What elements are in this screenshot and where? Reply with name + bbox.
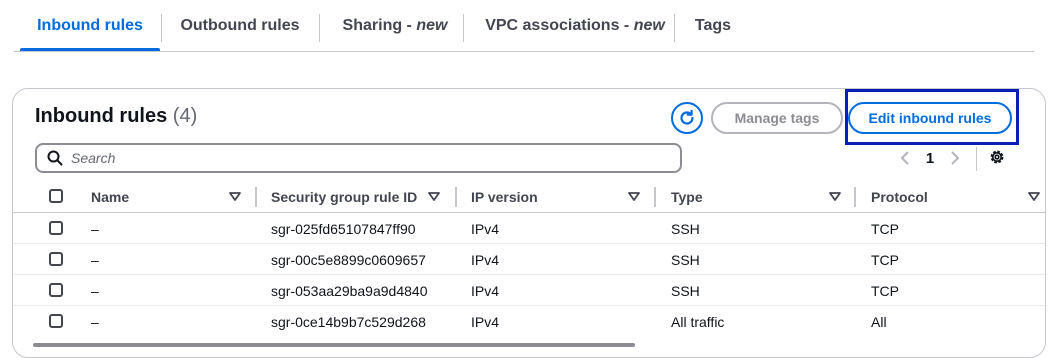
- column-header-ip-version[interactable]: IP version: [471, 181, 538, 213]
- panel-title-text: Inbound rules: [35, 105, 168, 127]
- cell-type: SSH: [671, 282, 700, 299]
- sort-icon[interactable]: [628, 192, 640, 202]
- rule-count: (4): [172, 105, 198, 127]
- table-row[interactable]: – sgr-053aa29ba9a9d4840 IPv4 SSH TCP: [13, 275, 1045, 306]
- tab-label-new: new: [416, 16, 448, 34]
- pager-divider: [976, 147, 977, 171]
- tab-outbound-rules[interactable]: Outbound rules: [166, 0, 314, 51]
- table-header: Name Security group rule ID IP version T…: [13, 181, 1045, 213]
- cell-name: –: [91, 251, 99, 268]
- column-label: Security group rule ID: [271, 189, 418, 205]
- cell-ip-version: IPv4: [471, 251, 500, 268]
- table-row[interactable]: – sgr-0ce14b9b7c529d268 IPv4 All traffic…: [13, 306, 1045, 337]
- manage-tags-label: Manage tags: [734, 110, 820, 126]
- column-label: IP version: [471, 189, 538, 205]
- edit-inbound-rules-button[interactable]: Edit inbound rules: [848, 102, 1012, 134]
- tab-label: Inbound rules: [37, 16, 143, 34]
- cell-name: –: [91, 282, 99, 299]
- cell-type: SSH: [671, 251, 700, 268]
- sort-icon[interactable]: [229, 192, 241, 202]
- tab-inbound-rules[interactable]: Inbound rules: [20, 0, 160, 51]
- search-icon: [47, 150, 63, 166]
- column-resizer[interactable]: [854, 187, 856, 207]
- pagination: 1: [893, 145, 967, 171]
- chevron-right-icon: [951, 151, 960, 165]
- cell-rule-id: sgr-025fd65107847ff90: [271, 220, 416, 237]
- row-checkbox[interactable]: [49, 252, 63, 266]
- chevron-left-icon: [900, 151, 909, 165]
- sort-icon[interactable]: [1028, 192, 1040, 202]
- tab-bar: Inbound rules Outbound rules Sharing - n…: [14, 0, 1034, 52]
- tab-divider: [674, 14, 675, 42]
- tab-vpc-associations[interactable]: VPC associations - new: [470, 0, 680, 51]
- cell-name: –: [91, 220, 99, 237]
- tab-tags[interactable]: Tags: [682, 0, 744, 51]
- cell-protocol: TCP: [871, 251, 899, 268]
- current-page[interactable]: 1: [917, 150, 943, 167]
- cell-ip-version: IPv4: [471, 313, 500, 330]
- next-page-button[interactable]: [943, 151, 967, 165]
- column-resizer[interactable]: [654, 187, 656, 207]
- cell-type: SSH: [671, 220, 700, 237]
- column-header-rule-id[interactable]: Security group rule ID: [271, 181, 417, 213]
- column-label: Protocol: [871, 189, 928, 205]
- horizontal-scrollbar[interactable]: [33, 343, 635, 347]
- table-row[interactable]: – sgr-025fd65107847ff90 IPv4 SSH TCP: [13, 213, 1045, 244]
- column-label: Type: [671, 189, 703, 205]
- tab-label-new: new: [633, 16, 665, 34]
- preferences-button[interactable]: [988, 148, 1006, 171]
- tab-label: Outbound rules: [180, 16, 300, 34]
- cell-rule-id: sgr-053aa29ba9a9d4840: [271, 282, 428, 299]
- cell-protocol: TCP: [871, 282, 899, 299]
- row-checkbox[interactable]: [49, 283, 63, 297]
- cell-ip-version: IPv4: [471, 220, 500, 237]
- column-label: Name: [91, 189, 130, 205]
- tab-divider: [463, 14, 464, 42]
- cell-rule-id: sgr-00c5e8899c0609657: [271, 251, 426, 268]
- cell-protocol: TCP: [871, 220, 899, 237]
- tab-sharing[interactable]: Sharing - new: [326, 0, 464, 51]
- tab-label: Sharing -: [342, 16, 417, 34]
- sort-icon[interactable]: [829, 192, 841, 202]
- cell-rule-id: sgr-0ce14b9b7c529d268: [271, 313, 426, 330]
- cell-ip-version: IPv4: [471, 282, 500, 299]
- search-box[interactable]: [35, 143, 682, 173]
- manage-tags-button[interactable]: Manage tags: [711, 102, 843, 134]
- column-resizer[interactable]: [455, 187, 457, 207]
- gear-icon: [990, 150, 1004, 164]
- edit-inbound-rules-label: Edit inbound rules: [868, 110, 992, 126]
- row-checkbox[interactable]: [49, 314, 63, 328]
- column-header-name[interactable]: Name: [91, 181, 129, 213]
- tab-label: Tags: [694, 16, 732, 34]
- sort-icon[interactable]: [428, 192, 440, 202]
- panel-title: Inbound rules (4): [35, 105, 197, 128]
- cell-type: All traffic: [671, 313, 725, 330]
- previous-page-button[interactable]: [893, 151, 917, 165]
- cell-name: –: [91, 313, 99, 330]
- refresh-button[interactable]: [671, 102, 703, 134]
- column-header-protocol[interactable]: Protocol: [871, 181, 928, 213]
- column-header-type[interactable]: Type: [671, 181, 703, 213]
- select-all-checkbox[interactable]: [49, 189, 63, 203]
- search-input[interactable]: [71, 150, 651, 166]
- inbound-rules-panel: Inbound rules (4) Manage tags Edit inbou…: [12, 88, 1046, 358]
- tab-label: VPC associations -: [485, 16, 634, 34]
- column-resizer[interactable]: [255, 187, 257, 207]
- tab-divider: [319, 14, 320, 42]
- refresh-icon: [680, 109, 694, 125]
- table-row[interactable]: – sgr-00c5e8899c0609657 IPv4 SSH TCP: [13, 244, 1045, 275]
- cell-protocol: All: [871, 313, 887, 330]
- row-checkbox[interactable]: [49, 221, 63, 235]
- tab-divider: [161, 14, 162, 42]
